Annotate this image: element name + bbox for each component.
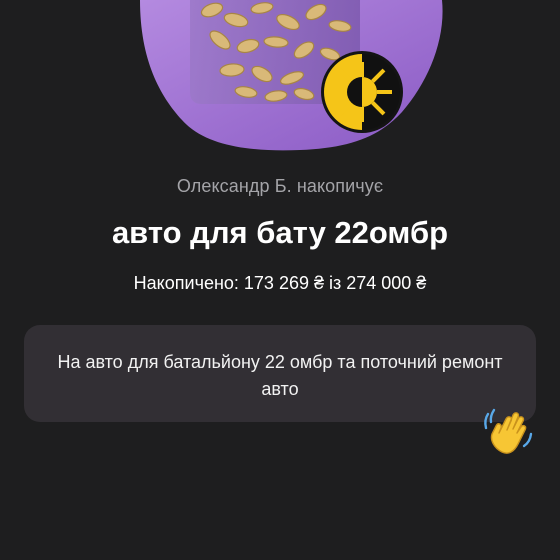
- jar-illustration: [0, 0, 560, 160]
- jar-progress-text: Накопичено: 173 269 ₴ із 274 000 ₴: [133, 273, 427, 293]
- jar-description-text: На авто для батальйону 22 омбр та поточн…: [57, 352, 503, 399]
- jar-description-card: На авто для батальйону 22 омбр та поточн…: [24, 325, 536, 422]
- sun-emblem-icon: [321, 51, 403, 133]
- jar-title: авто для бату 22омбр: [111, 215, 449, 250]
- jar-owner-text: Олександр Б. накопичує: [176, 176, 384, 196]
- waving-hand-icon: [480, 402, 536, 458]
